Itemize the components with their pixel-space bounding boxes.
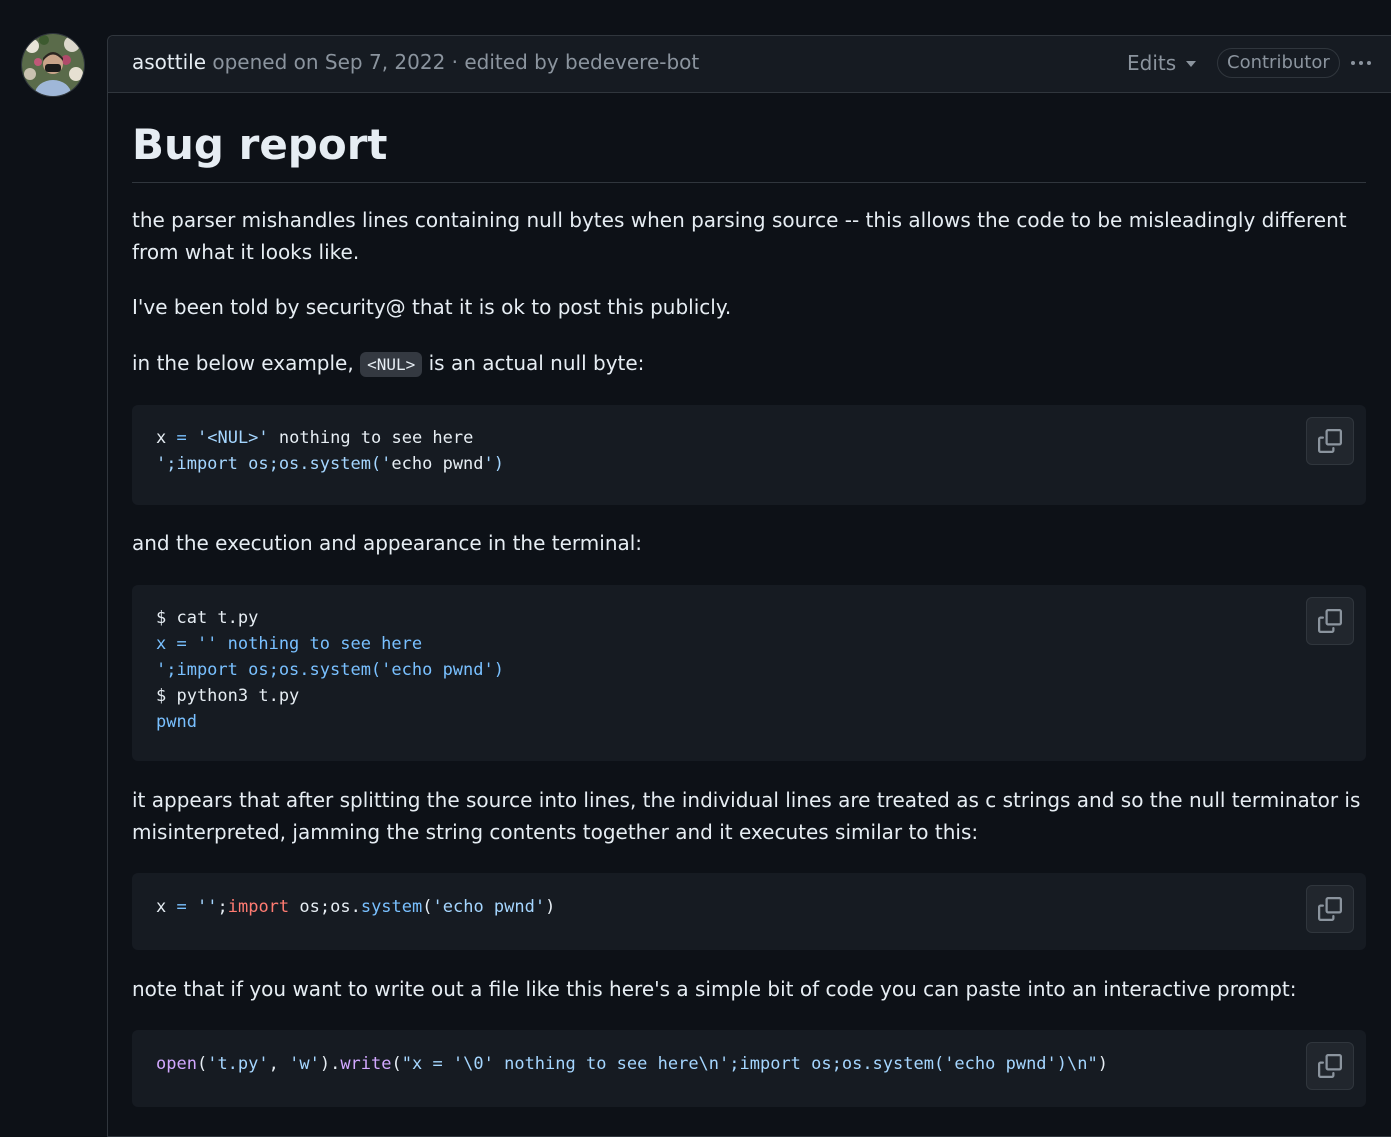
- paragraph-6: note that if you want to write out a fil…: [132, 977, 1297, 1001]
- author-link[interactable]: asottile: [132, 50, 206, 74]
- copy-icon: [1318, 897, 1342, 921]
- copy-button[interactable]: [1306, 417, 1354, 465]
- avatar[interactable]: [22, 34, 84, 96]
- code-block-1[interactable]: x = '<NUL>' nothing to see here ';import…: [132, 405, 1366, 505]
- code-block-2[interactable]: $ cat t.py x = '' nothing to see here ';…: [132, 585, 1366, 761]
- edits-dropdown[interactable]: Edits: [1127, 51, 1197, 75]
- code-line: x = '<NUL>' nothing to see here: [156, 428, 474, 448]
- copy-icon: [1318, 609, 1342, 633]
- inline-code: <NUL>: [360, 352, 423, 377]
- copy-button[interactable]: [1306, 1042, 1354, 1090]
- code-line: ';import os;os.system('echo pwnd'): [156, 660, 504, 680]
- code-line: ';import os;os.system('echo pwnd'): [156, 454, 505, 474]
- code-line: $ cat t.py: [156, 608, 259, 628]
- issue-comment: asottile opened on Sep 7, 2022 · edited …: [107, 35, 1391, 1137]
- code-line: open('t.py', 'w').write("x = '\0' nothin…: [156, 1054, 1108, 1074]
- code-block-3[interactable]: x = '';import os;os.system('echo pwnd'): [132, 873, 1366, 950]
- paragraph-1: the parser mishandles lines containing n…: [132, 208, 1347, 264]
- code-line: pwnd: [156, 712, 197, 732]
- page-title: Bug report: [132, 120, 1366, 183]
- copy-button[interactable]: [1306, 885, 1354, 933]
- kebab-icon[interactable]: [1351, 61, 1371, 65]
- paragraph-2: I've been told by security@ that it is o…: [132, 295, 732, 319]
- copy-icon: [1318, 1054, 1342, 1078]
- caret-down-icon: [1186, 61, 1197, 67]
- paragraph-3: in the below example, <NUL> is an actual…: [132, 347, 1366, 381]
- comment-header: asottile opened on Sep 7, 2022 · edited …: [108, 36, 1391, 93]
- comment-meta: asottile opened on Sep 7, 2022 · edited …: [132, 50, 699, 74]
- code-line: $ python3 t.py: [156, 686, 300, 706]
- code-line: x = '';import os;os.system('echo pwnd'): [156, 897, 556, 917]
- p3-text-before: in the below example,: [132, 351, 354, 375]
- paragraph-5: it appears that after splitting the sour…: [132, 788, 1361, 844]
- copy-button[interactable]: [1306, 597, 1354, 645]
- code-block-4[interactable]: open('t.py', 'w').write("x = '\0' nothin…: [132, 1030, 1366, 1107]
- contributor-badge: Contributor: [1217, 48, 1340, 78]
- code-line: x = '' nothing to see here: [156, 634, 423, 654]
- copy-icon: [1318, 429, 1342, 453]
- edits-label: Edits: [1127, 51, 1177, 75]
- p3-text-after: is an actual null byte:: [428, 351, 645, 375]
- meta-text[interactable]: opened on Sep 7, 2022 · edited by bedeve…: [212, 50, 699, 74]
- paragraph-4: and the execution and appearance in the …: [132, 531, 643, 555]
